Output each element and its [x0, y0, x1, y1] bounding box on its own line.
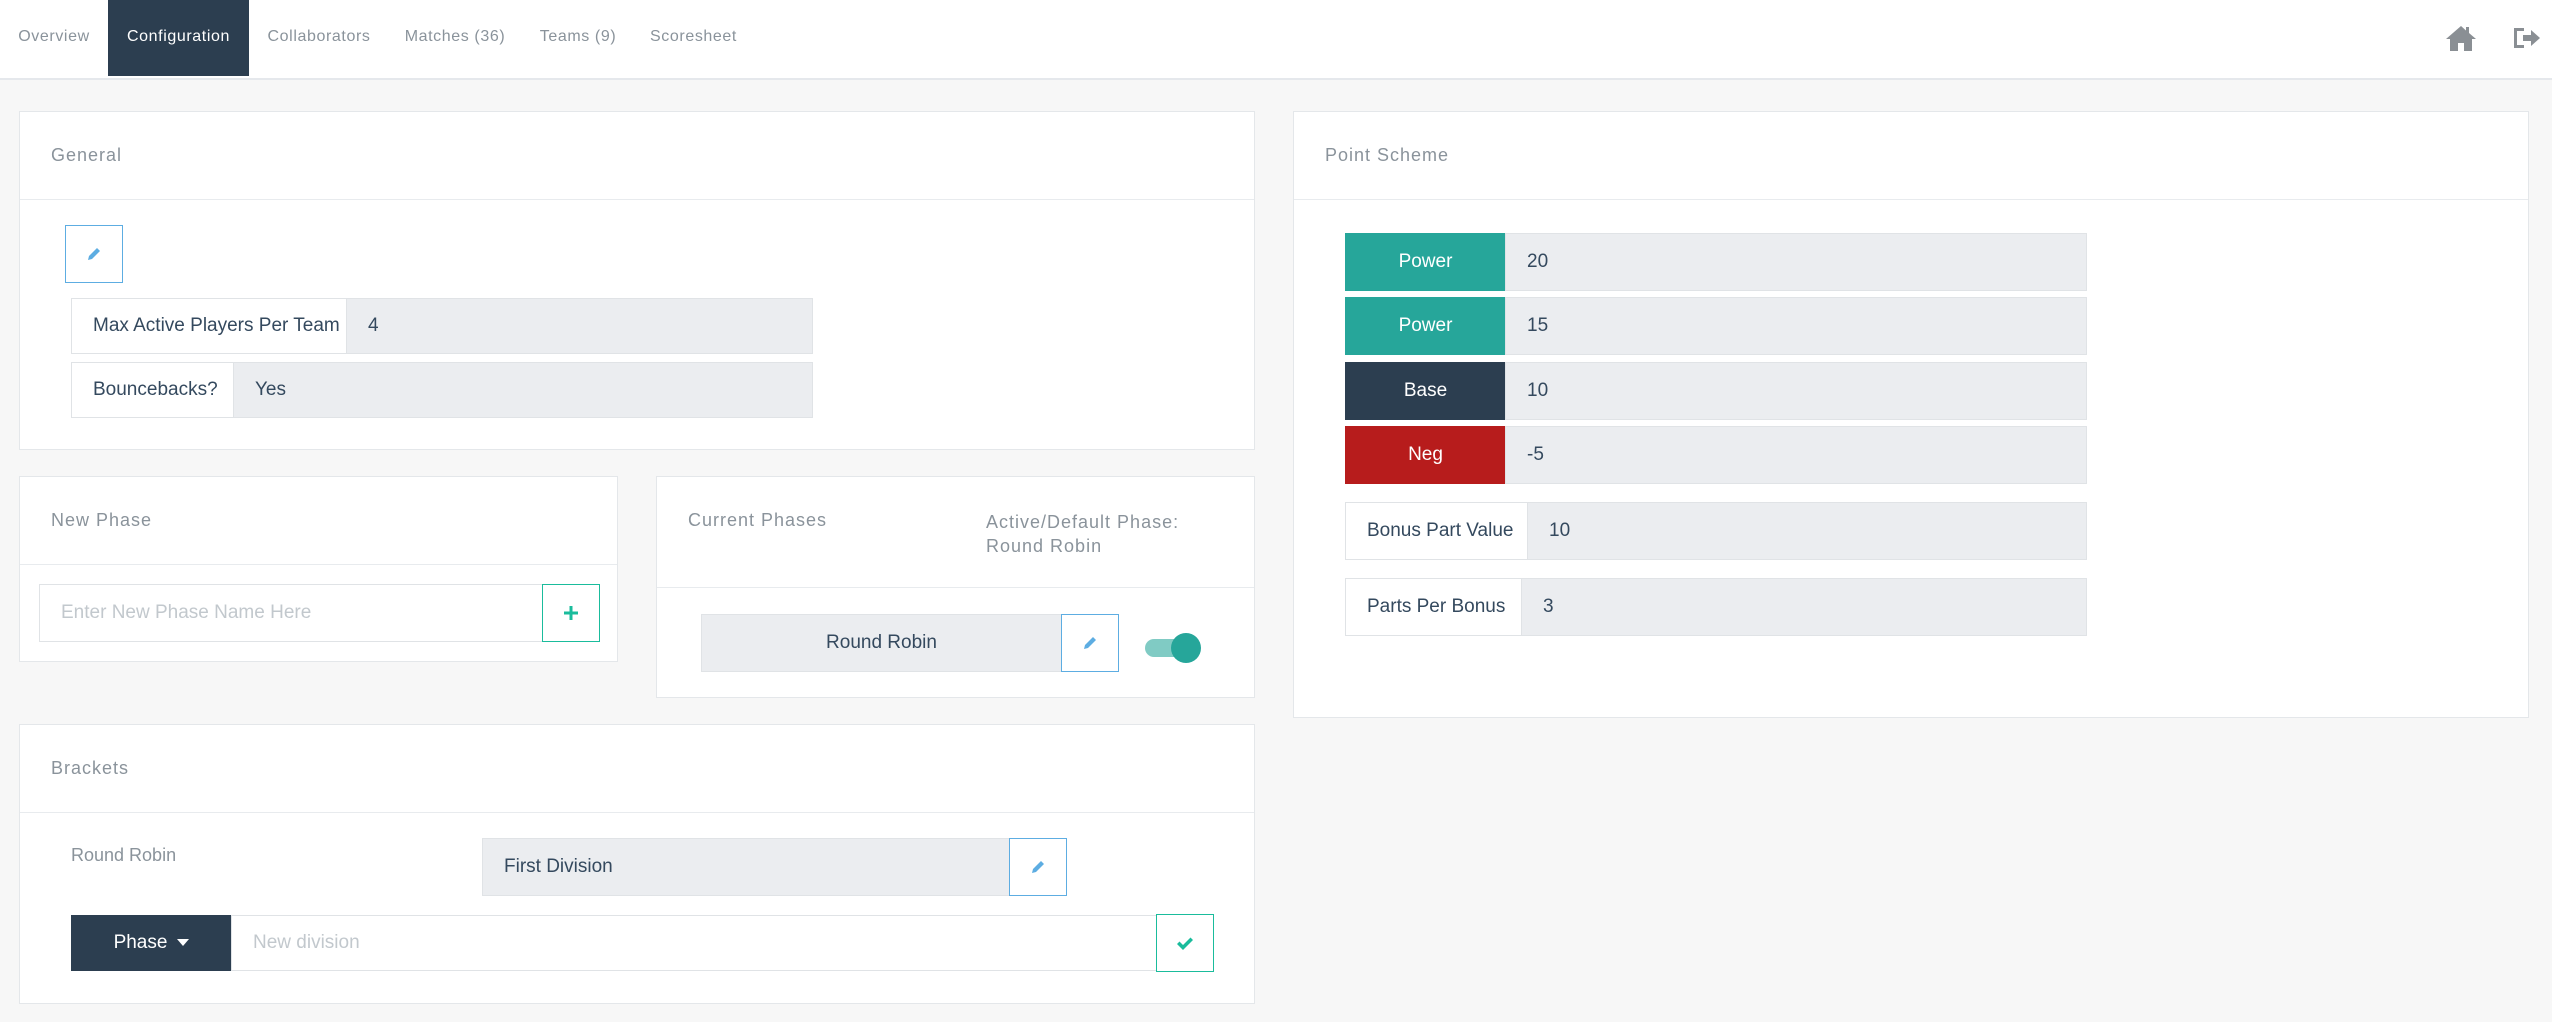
phase-name-cell: Round Robin [701, 614, 1062, 672]
tab-overview[interactable]: Overview [0, 0, 108, 76]
tab-matches[interactable]: Matches (36) [389, 0, 521, 76]
brackets-panel: Brackets Round Robin First Division Phas… [19, 724, 1255, 1004]
new-phase-header: New Phase [20, 477, 617, 565]
point-scheme-title: Point Scheme [1325, 145, 1450, 165]
sign-out-icon[interactable] [2510, 22, 2544, 54]
brackets-title: Brackets [51, 758, 130, 778]
bouncebacks-value: Yes [233, 362, 813, 418]
add-phase-button[interactable] [542, 584, 600, 642]
phase-dropdown-label: Phase [113, 932, 168, 953]
save-division-button[interactable] [1156, 914, 1214, 972]
active-phase-label: Active/Default Phase: [986, 512, 1180, 532]
general-title: General [51, 145, 123, 165]
new-phase-panel: New Phase Enter New Phase Name Here [19, 476, 618, 662]
tossup-type-badge: Power [1345, 233, 1506, 291]
tossup-value: 20 [1505, 233, 2087, 291]
max-players-value: 4 [346, 298, 813, 354]
tossup-value: -5 [1505, 426, 2087, 484]
parts-per-bonus-label: Parts Per Bonus [1345, 578, 1522, 636]
tossup-type-badge: Base [1345, 362, 1506, 420]
current-phases-header: Current Phases Active/Default Phase: Rou… [657, 477, 1254, 588]
active-phase-value: Round Robin [986, 536, 1103, 556]
brackets-header: Brackets [20, 725, 1254, 813]
current-phases-panel: Current Phases Active/Default Phase: Rou… [656, 476, 1255, 698]
division-name-cell: First Division [482, 838, 1010, 896]
point-scheme-header: Point Scheme [1294, 112, 2528, 200]
tossup-value: 15 [1505, 297, 2087, 355]
tab-teams[interactable]: Teams (9) [521, 0, 635, 76]
edit-phase-button[interactable] [1061, 614, 1119, 672]
bouncebacks-label: Bouncebacks? [71, 362, 234, 418]
active-phase-info: Active/Default Phase: Round Robin [986, 510, 1179, 558]
plus-icon [564, 606, 578, 620]
caret-down-icon [177, 939, 190, 946]
pencil-icon [88, 248, 100, 260]
general-panel-header: General [20, 112, 1254, 200]
bonus-part-value: 10 [1527, 502, 2087, 560]
general-panel: General Max Active Players Per Team 4 Bo… [19, 111, 1255, 450]
parts-per-bonus-value: 3 [1521, 578, 2087, 636]
home-icon[interactable] [2444, 22, 2478, 54]
current-phases-title: Current Phases [688, 510, 828, 530]
tossup-value: 10 [1505, 362, 2087, 420]
phase-dropdown-button[interactable]: Phase [71, 915, 232, 971]
point-scheme-panel: Point Scheme Power 20 Power 15 Base 10 N… [1293, 111, 2529, 718]
new-phase-title: New Phase [51, 510, 153, 530]
edit-general-button[interactable] [65, 225, 123, 283]
max-players-label: Max Active Players Per Team [71, 298, 347, 354]
bracket-phase-name: Round Robin [71, 845, 177, 865]
pencil-icon [1084, 637, 1096, 649]
tab-configuration[interactable]: Configuration [108, 0, 249, 76]
tossup-type-badge: Power [1345, 297, 1506, 355]
new-phase-placeholder: Enter New Phase Name Here [61, 602, 312, 623]
tab-scoresheet[interactable]: Scoresheet [635, 0, 752, 76]
new-phase-input[interactable]: Enter New Phase Name Here [39, 584, 543, 642]
edit-division-button[interactable] [1009, 838, 1067, 896]
tab-collaborators[interactable]: Collaborators [249, 0, 389, 76]
new-division-placeholder: New division [253, 932, 360, 953]
pencil-icon [1032, 861, 1044, 873]
active-phase-toggle[interactable] [1145, 633, 1201, 663]
new-division-input[interactable]: New division [231, 915, 1157, 971]
check-icon [1177, 937, 1193, 950]
tossup-type-badge: Neg [1345, 426, 1506, 484]
top-nav: Overview Configuration Collaborators Mat… [0, 0, 2552, 80]
bonus-part-label: Bonus Part Value [1345, 502, 1528, 560]
